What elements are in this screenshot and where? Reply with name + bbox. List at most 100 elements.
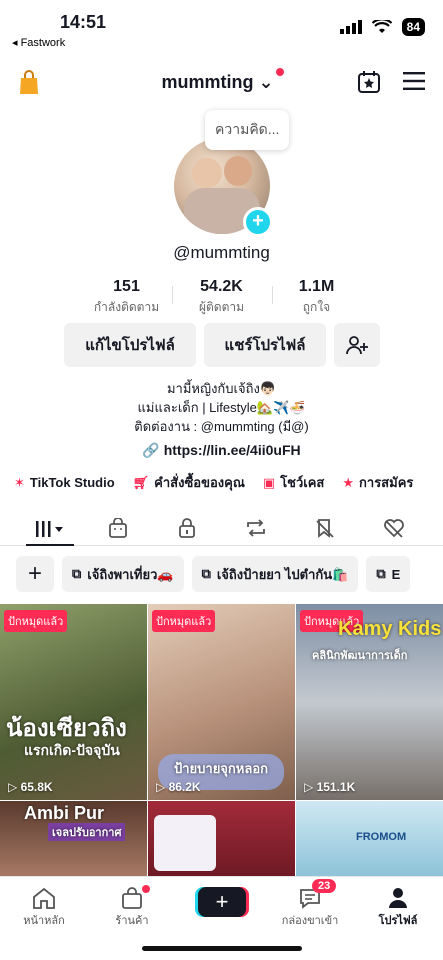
quick-link-label: การสมัคร — [359, 475, 414, 490]
star-icon: ★ — [342, 474, 355, 490]
clock: 14:51 — [60, 12, 107, 32]
nav-label: หน้าหลัก — [23, 915, 65, 927]
view-count: ▷ 65.8K — [8, 780, 53, 794]
tab-private[interactable] — [163, 514, 211, 542]
nav-profile[interactable]: โปรไฟล์ — [358, 885, 438, 929]
view-count: ▷ 86.2K — [156, 780, 201, 794]
video-overlay-sub: เจลปรับอากาศ — [48, 823, 126, 841]
view-count: ▷ 151.1K — [304, 780, 356, 794]
playlist-label: เจ้ถิงป้ายยา ไปตำกัน🛍️ — [216, 566, 349, 582]
studio-icon: ✶ — [14, 474, 25, 490]
nav-shop[interactable]: ร้านค้า — [92, 885, 172, 929]
video-thumbnail[interactable]: ปักหมุดแล้ว Kamy Kids คลินิกพัฒนาการเด็ก… — [296, 604, 443, 800]
likes-stat[interactable]: 1.1M ถูกใจ — [271, 278, 362, 317]
content-tabs — [0, 510, 443, 546]
create-button[interactable]: + — [198, 887, 246, 917]
playlist-icon: ⧉ — [201, 566, 211, 581]
link-icon: 🔗 — [142, 442, 160, 458]
tab-videos[interactable] — [26, 514, 74, 546]
video-thumbnail[interactable]: ปักหมุดแล้ว น้องเซียวถิง แรกเกิด-ปัจจุบั… — [0, 604, 147, 800]
likes-label: ถูกใจ — [302, 300, 331, 314]
quick-links-row: ✶ TikTok Studio 🛒︎ คำสั่งซื้อของคุณ ▣ โชว์เ… — [14, 472, 413, 493]
calendar-star-icon[interactable] — [357, 70, 381, 94]
followers-label: ผู้ติดตาม — [198, 300, 245, 314]
nav-inbox[interactable]: กล่องขาเข้า 23 — [270, 879, 350, 929]
video-overlay-title: Kamy Kids — [338, 618, 442, 640]
status-icons: 84 — [339, 18, 425, 36]
profile-header: mummting ⌄ — [0, 64, 443, 104]
playlist-icon: ⧉ — [72, 566, 82, 581]
nav-label: กล่องขาเข้า — [281, 915, 339, 927]
profile-stats: 151 กำลังติดตาม 54.2K ผู้ติดตาม 1.1M ถูก… — [0, 278, 443, 317]
playlist-label: เจ้ถิงพาเที่ยว🚗 — [87, 566, 174, 582]
following-count: 151 — [113, 278, 140, 295]
video-thumbnail[interactable]: ปักหมุดแล้ว ป้ายบายจุกหลอก ▷ 86.2K — [148, 604, 295, 800]
playlist-chip[interactable]: ⧉ เจ้ถิงป้ายยา ไปตำกัน🛍️ — [191, 556, 359, 592]
quick-link-label: โชว์เคส — [280, 475, 325, 490]
showcase-link[interactable]: ▣ โชว์เคส — [263, 472, 324, 493]
playlist-chip[interactable]: ⧉ เจ้ถิงพาเที่ยว🚗 — [62, 556, 184, 592]
subscription-link[interactable]: ★ การสมัคร — [342, 472, 413, 493]
tab-favorites[interactable] — [301, 514, 349, 542]
battery-indicator: 84 — [401, 18, 425, 36]
grid-videos-icon — [36, 521, 63, 537]
view-count-value: 151.1K — [316, 780, 356, 794]
orders-link[interactable]: 🛒︎ คำสั่งซื้อของคุณ — [133, 472, 245, 493]
nav-label: โปรไฟล์ — [378, 915, 418, 927]
tab-reposts[interactable] — [232, 514, 280, 542]
edit-profile-button[interactable]: แก้ไขโปรไฟล์ — [64, 323, 196, 367]
video-thumbnail[interactable]: FROMOM — [296, 801, 443, 876]
tab-shop[interactable] — [94, 514, 142, 542]
bag-icon: ▣ — [262, 474, 276, 490]
video-overlay-title: FROMOM — [356, 831, 407, 843]
add-friend-button[interactable] — [334, 323, 380, 367]
repost-icon — [247, 519, 265, 537]
following-stat[interactable]: 151 กำลังติดตาม — [82, 278, 172, 317]
wifi-icon — [371, 20, 392, 33]
likes-count: 1.1M — [298, 278, 335, 295]
share-profile-button[interactable]: แชร์โปรไฟล์ — [204, 323, 326, 367]
quick-link-label: TikTok Studio — [29, 475, 115, 490]
menu-icon[interactable] — [403, 72, 425, 90]
signal-icon — [339, 20, 362, 34]
video-overlay-sub: คลินิกพัฒนาการเด็ก — [312, 650, 408, 662]
bio-link[interactable]: 🔗 https://lin.ee/4ii0uFH — [0, 442, 443, 459]
chevron-down-icon: ⌄ — [258, 72, 274, 92]
cart-icon: 🛒︎ — [132, 474, 150, 490]
video-overlay-title: Ambi Pur — [24, 803, 105, 823]
video-overlay-sub: แรกเกิด-ปัจจุบัน — [24, 742, 120, 758]
shop-bag-icon — [109, 518, 127, 538]
quick-link-label: คำสั่งซื้อของคุณ — [154, 475, 245, 490]
profile-bio: มามี้หญิงกับเจ้ถิง👦🏻 แม่และเด็ก | Lifest… — [0, 379, 443, 436]
lock-icon — [179, 518, 195, 538]
video-grid: ปักหมุดแล้ว น้องเซียวถิง แรกเกิด-ปัจจุบั… — [0, 604, 443, 876]
nav-home[interactable]: หน้าหลัก — [4, 885, 84, 929]
create-icon: + — [215, 889, 229, 914]
product-pack-image — [154, 815, 216, 871]
bio-line: ติดต่องาน : @mummting (มี@) — [134, 419, 309, 434]
playlist-row: + ⧉ เจ้ถิงพาเที่ยว🚗 ⧉ เจ้ถิงป้ายยา ไปตำกัน… — [16, 556, 411, 592]
video-thumbnail[interactable] — [148, 801, 295, 876]
status-bar: 14:51 ◂ Fastwork 84 — [0, 0, 443, 56]
playlist-icon: ⧉ — [376, 566, 386, 581]
playlist-label: E — [391, 566, 401, 582]
back-to-app-link[interactable]: ◂ Fastwork — [12, 36, 65, 49]
playlist-chip[interactable]: ⧉ E — [366, 556, 411, 592]
bio-line: แม่และเด็ก | Lifestyle🏡✈️🍜 — [137, 400, 306, 415]
add-user-icon — [346, 336, 368, 355]
bookmark-hidden-icon — [316, 519, 334, 538]
bio-line: มามี้หญิงกับเจ้ถิง👦🏻 — [166, 381, 277, 396]
followers-count: 54.2K — [200, 278, 243, 295]
followers-stat[interactable]: 54.2K ผู้ติดตาม — [171, 278, 272, 317]
following-label: กำลังติดตาม — [93, 300, 160, 314]
video-thumbnail[interactable]: Ambi Pur เจลปรับอากาศ — [0, 801, 147, 876]
add-story-plus-icon[interactable]: + — [243, 207, 273, 237]
username-label: mummting — [161, 72, 254, 92]
tiktok-studio-link[interactable]: ✶ TikTok Studio — [14, 472, 115, 493]
profile-icon — [389, 888, 407, 908]
add-playlist-button[interactable]: + — [16, 556, 54, 592]
tab-liked[interactable] — [370, 514, 418, 542]
notification-dot — [275, 68, 284, 76]
note-bubble[interactable]: ความคิด... — [205, 110, 290, 150]
shop-icon — [122, 887, 142, 909]
